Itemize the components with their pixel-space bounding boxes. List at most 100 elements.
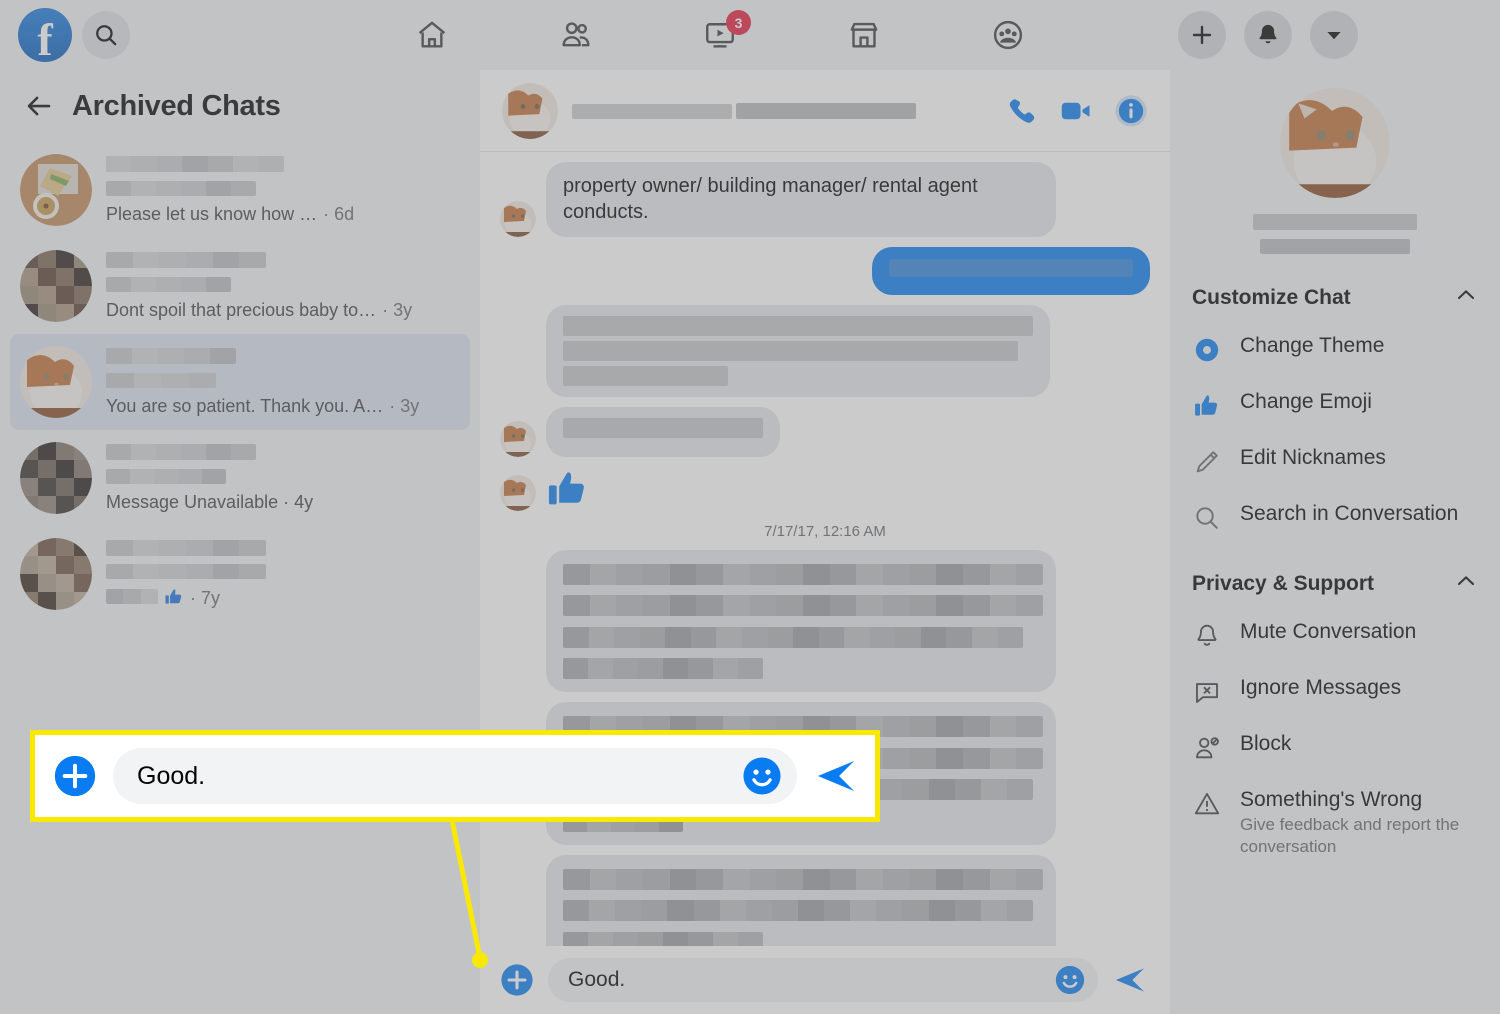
nav-tab-home[interactable] (387, 8, 477, 62)
search-icon (1192, 502, 1222, 532)
avatar (20, 538, 92, 610)
nav-tab-watch[interactable]: 3 (675, 8, 765, 62)
chat-list-item[interactable]: You are so patient. Thank you. A… · 3y (10, 334, 470, 430)
detail-option-label: Block (1240, 732, 1292, 755)
chat-contact-name-redacted-2 (106, 563, 460, 581)
section-title: Customize Chat (1192, 286, 1351, 309)
watch-badge: 3 (726, 10, 751, 35)
message-x-icon (1192, 676, 1222, 706)
search-icon (96, 25, 117, 46)
top-navigation-bar: f 3 (0, 0, 1500, 70)
chat-preview-row: Message Unavailable · 4y (106, 492, 460, 513)
chat-preview-row: Please let us know how … · 6d (106, 204, 460, 225)
detail-option-label: Mute Conversation (1240, 620, 1417, 643)
chat-preview-row: Dont spoil that precious baby to… · 3y (106, 300, 460, 321)
detail-option[interactable]: Change Emoji (1188, 377, 1482, 433)
message-bubble (546, 549, 1056, 693)
search-button[interactable] (82, 11, 130, 59)
plus-circle-icon[interactable] (53, 754, 97, 798)
plus-circle-icon[interactable] (500, 963, 534, 997)
chat-item-body: Please let us know how … · 6d (106, 156, 460, 225)
composer-callout: Good. (30, 730, 880, 822)
chat-timestamp: · 3y (389, 395, 420, 416)
chat-contact-name-redacted (106, 252, 460, 270)
detail-option-label: Search in Conversation (1240, 502, 1459, 525)
chat-contact-name-redacted (106, 539, 460, 557)
message-bubble (546, 305, 1050, 398)
avatar (500, 420, 536, 457)
detail-option-label: Change Theme (1240, 334, 1385, 357)
detail-option[interactable]: Ignore Messages (1188, 663, 1482, 719)
section-header[interactable]: Customize Chat (1188, 259, 1482, 321)
chat-contact-name-redacted (106, 444, 460, 462)
chat-contact-name-redacted-2 (106, 468, 460, 486)
section-header[interactable]: Privacy & Support (1188, 545, 1482, 607)
send-icon[interactable] (813, 753, 859, 799)
chat-list-item[interactable]: Please let us know how … · 6d (10, 142, 470, 238)
chat-item-body: Message Unavailable · 4y (106, 444, 460, 513)
avatar[interactable] (1280, 88, 1390, 198)
chat-contact-name-redacted-2 (106, 276, 460, 294)
message-row (500, 549, 1150, 693)
message-list[interactable]: property owner/ building manager/ rental… (480, 152, 1170, 946)
thumbs-up-icon (548, 471, 584, 504)
chat-item-body: · 7y (106, 539, 460, 610)
message-bubble (546, 854, 1056, 946)
bell-icon (1259, 24, 1277, 44)
thread-header (480, 70, 1170, 152)
chat-snippet: Dont spoil that precious baby to… (106, 299, 377, 320)
smiley-icon[interactable] (1054, 964, 1086, 996)
message-row (500, 467, 1150, 511)
nav-tab-marketplace[interactable] (819, 8, 909, 62)
message-input-value: Good. (568, 968, 626, 991)
thumbs-up-icon (1192, 390, 1222, 420)
phone-icon[interactable] (1006, 95, 1038, 127)
chat-list: Please let us know how … · 6d Dont spoil t… (10, 142, 470, 622)
create-button[interactable] (1178, 11, 1226, 59)
details-sections: Customize Chat Change Theme Change Emoji Ed… (1188, 259, 1482, 871)
detail-option[interactable]: Block (1188, 719, 1482, 775)
chevron-up-icon[interactable] (1454, 283, 1478, 313)
nav-action-group (1080, 11, 1380, 59)
message-bubble: property owner/ building manager/ rental… (546, 162, 1056, 237)
send-icon[interactable] (1112, 962, 1148, 998)
profile-block (1188, 70, 1482, 259)
back-arrow-icon (27, 96, 51, 116)
notifications-button[interactable] (1244, 11, 1292, 59)
chat-timestamp: · 7y (190, 588, 221, 609)
detail-option[interactable]: Change Theme (1188, 321, 1482, 377)
message-input-value: Good. (137, 761, 206, 790)
avatar (20, 442, 92, 514)
chat-list-item[interactable]: Message Unavailable · 4y (10, 430, 470, 526)
detail-option[interactable]: Edit Nicknames (1188, 433, 1482, 489)
plus-icon (1192, 25, 1212, 45)
chat-list-item[interactable]: · 7y (10, 526, 470, 622)
info-circle-icon[interactable] (1114, 94, 1148, 128)
detail-option-sublabel: Give feedback and report the conversatio… (1240, 815, 1460, 856)
chat-contact-name-redacted (106, 348, 460, 366)
detail-option[interactable]: Mute Conversation (1188, 607, 1482, 663)
chat-timestamp: · 6d (323, 203, 355, 224)
message-timestamp: 7/17/17, 12:16 AM (764, 522, 886, 540)
detail-option[interactable]: Something's Wrong Give feedback and repor… (1188, 775, 1482, 871)
chevron-up-icon[interactable] (1454, 569, 1478, 599)
avatar[interactable] (502, 82, 558, 139)
chat-list-item[interactable]: Dont spoil that precious baby to… · 3y (10, 238, 470, 334)
avatar (20, 346, 92, 418)
chat-contact-name-redacted-2 (106, 372, 460, 390)
back-button[interactable] (24, 91, 54, 121)
account-menu-button[interactable] (1310, 11, 1358, 59)
smiley-icon[interactable] (741, 755, 783, 797)
message-input[interactable]: Good. (548, 958, 1098, 1002)
nav-tab-groups[interactable] (963, 8, 1053, 62)
facebook-logo[interactable]: f (18, 8, 72, 62)
chat-snippet: Message Unavailable · 4y (106, 491, 314, 512)
marketplace-icon (850, 22, 878, 48)
video-camera-icon[interactable] (1058, 93, 1094, 129)
nav-tab-friends[interactable] (531, 8, 621, 62)
detail-option[interactable]: Search in Conversation (1188, 489, 1482, 545)
detail-option-label: Change Emoji (1240, 390, 1372, 413)
message-row: property owner/ building manager/ rental… (500, 162, 1150, 237)
groups-icon (993, 20, 1023, 50)
message-input-highlighted[interactable]: Good. (113, 748, 797, 804)
